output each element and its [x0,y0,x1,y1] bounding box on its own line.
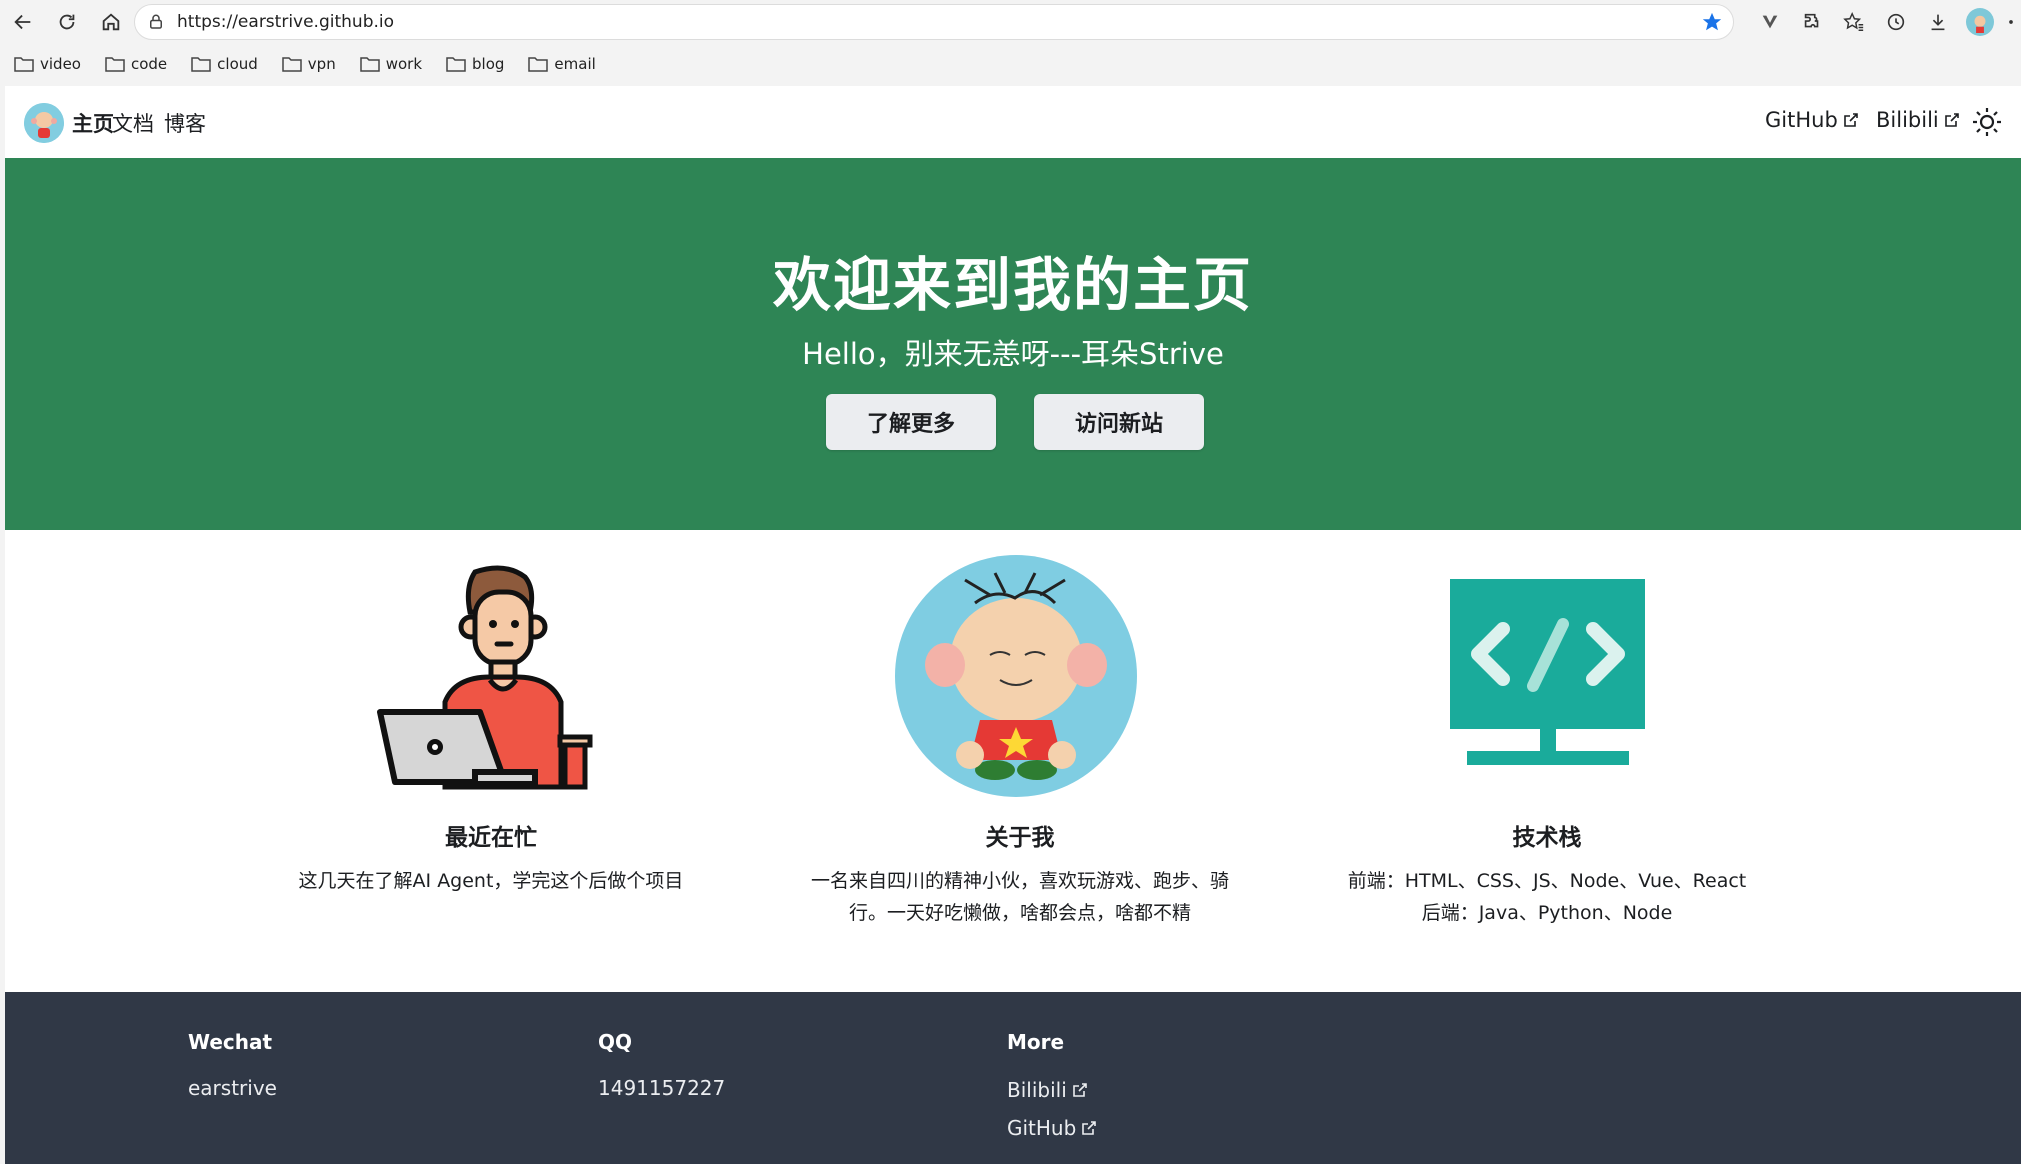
folder-icon [446,57,466,72]
external-link-icon [1944,113,1959,127]
footer-title-more-label: More [1007,1030,1065,1054]
footer-link-bilibili[interactable]: Bilibili [1007,1078,1088,1102]
hero-title: 欢迎来到我的主页 [772,251,1253,319]
feature-title-about: 关于我 [985,825,1055,851]
bookmark-code[interactable]: code [105,55,167,73]
footer-title-wechat-label: Wechat [188,1030,273,1054]
bookmark-cloud[interactable]: cloud [191,55,258,73]
more-menu-icon[interactable] [2001,0,2021,44]
home-icon[interactable] [90,0,132,44]
feature-desc-about: 一名来自四川的精神小伙，喜欢玩游戏、跑步、骑 行。一天好吃懒做，啥都会点，啥都不… [810,870,1229,924]
footer-title-qq-label: QQ [598,1030,633,1054]
downloads-icon[interactable] [1917,0,1959,44]
hero-banner: 欢迎来到我的主页 Hello，别来无恙呀---耳朵Strive 了解更多 访问新… [5,158,2021,530]
folder-icon [14,57,34,72]
nav-docs[interactable]: 文档 [112,108,154,138]
developer-laptop-illustration [377,565,593,790]
bookmark-blog[interactable]: blog [446,55,504,73]
reload-icon[interactable] [46,0,88,44]
extensions-puzzle-icon[interactable] [1791,0,1833,44]
favorites-icon[interactable] [1833,0,1875,44]
favorite-star-icon[interactable] [1701,11,1723,33]
address-bar[interactable]: https://earstrive.github.io [134,4,1734,40]
site-navbar: 主页 文档 博客 GitHub Bilibili [5,86,2021,158]
history-icon[interactable] [1875,0,1917,44]
nav-github[interactable]: GitHub [1765,108,1859,132]
bookmark-vpn[interactable]: vpn [282,55,336,73]
profile-avatar[interactable] [1959,0,2001,44]
bookmark-email[interactable]: email [528,55,596,73]
code-monitor-icon [1450,579,1645,765]
nav-blog[interactable]: 博客 [164,108,206,138]
external-link-icon [1072,1083,1087,1097]
brand-link[interactable]: 主页 [72,108,114,138]
site-logo[interactable] [24,103,64,143]
theme-toggle-sun-icon[interactable] [1971,106,2003,138]
bookmarks-bar: video code cloud vpn work blog email [0,44,2021,84]
folder-icon [105,57,125,72]
folder-icon [528,57,549,72]
extension-v-icon[interactable] [1749,0,1791,44]
hero-subtitle: Hello，别来无恙呀---耳朵Strive [802,337,1224,371]
feature-title-busy: 最近在忙 [445,825,537,851]
footer-wechat-value: earstrive [188,1076,277,1100]
feature-title-stack: 技术栈 [1512,825,1582,851]
footer-background: Wechat earstrive QQ 1491157227 More Bili… [5,992,2021,1164]
nav-bilibili[interactable]: Bilibili [1876,108,1960,132]
folder-icon [359,57,380,72]
feature-desc-stack: 前端：HTML、CSS、JS、Node、Vue、React 后端：Java、Py… [1347,870,1747,924]
feature-desc-busy: 这几天在了解AI Agent，学完这个后做个项目 [298,870,684,892]
visit-new-site-button[interactable]: 访问新站 [1034,394,1204,450]
about-me-avatar-illustration [895,555,1137,797]
url-text[interactable]: https://earstrive.github.io [177,12,394,32]
browser-toolbar: https://earstrive.github.io [0,0,2021,44]
bookmark-work[interactable]: work [359,55,422,73]
external-link-icon [1082,1121,1097,1135]
folder-icon [282,57,302,72]
footer-link-github[interactable]: GitHub [1007,1116,1097,1140]
external-link-icon [1843,113,1858,127]
learn-more-button[interactable]: 了解更多 [826,394,996,450]
site-info-icon[interactable] [147,13,165,31]
folder-icon [191,57,211,72]
bookmark-video[interactable]: video [14,55,81,73]
toolbar-right [1749,0,2021,44]
back-icon[interactable] [2,0,44,44]
footer-qq-value: 1491157227 [598,1076,726,1100]
